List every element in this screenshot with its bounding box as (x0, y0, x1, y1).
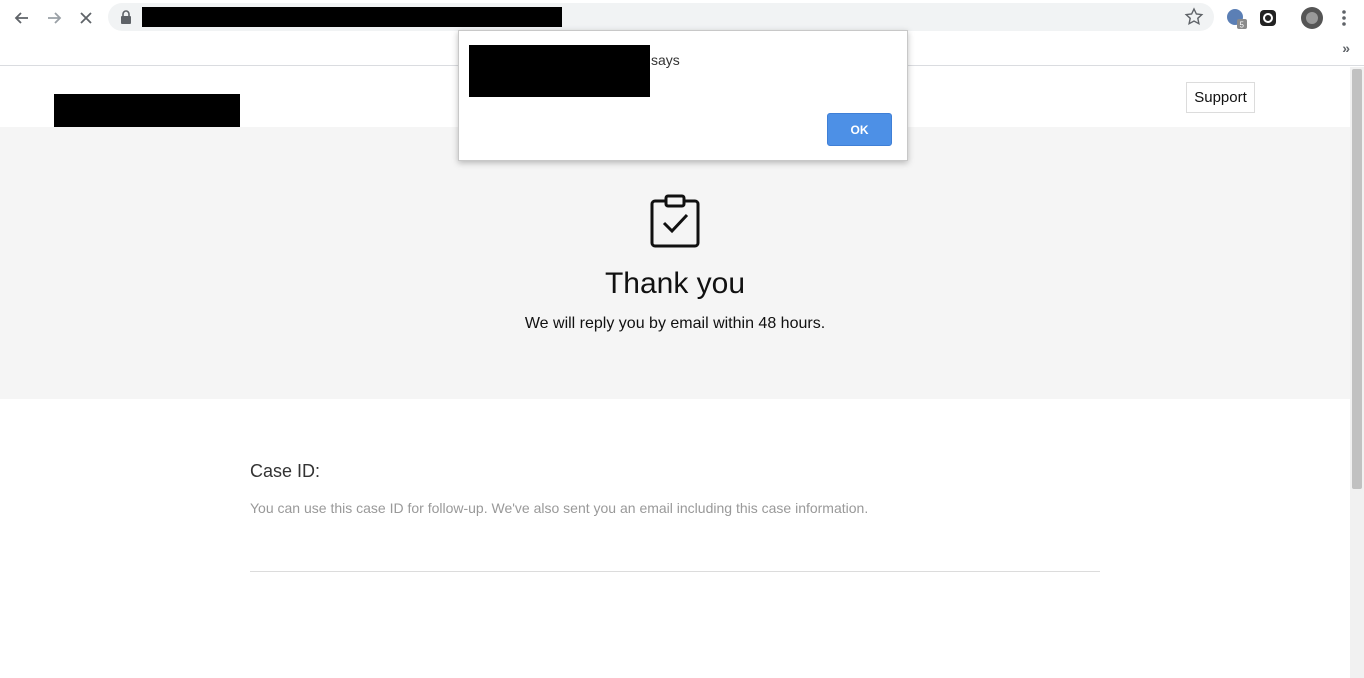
support-button[interactable]: Support (1186, 82, 1255, 113)
extension-icon[interactable]: 5 (1224, 6, 1248, 30)
alert-dialog: says OK (458, 30, 908, 161)
lock-icon (121, 10, 131, 24)
stop-loading-icon[interactable] (74, 6, 98, 30)
dialog-says-text: says (651, 52, 680, 68)
clipboard-check-icon (650, 194, 700, 248)
reply-message: We will reply you by email within 48 hou… (524, 315, 826, 332)
profile-avatar[interactable] (1300, 6, 1324, 30)
case-id-label: Case ID: (250, 461, 321, 481)
thank-you-banner: Thank you We will reply you by email wit… (0, 127, 1350, 399)
thank-you-heading: Thank you (604, 267, 746, 300)
menu-icon[interactable] (1332, 6, 1356, 30)
forward-icon[interactable] (42, 6, 66, 30)
ok-button[interactable]: OK (827, 113, 892, 146)
url-redacted (142, 7, 562, 27)
address-bar[interactable] (108, 3, 1214, 31)
extension-icon-2[interactable] (1256, 6, 1280, 30)
svg-text:5: 5 (1240, 21, 1245, 30)
case-id-description: You can use this case ID for follow-up. … (250, 500, 869, 516)
more-bookmarks-icon[interactable]: » (1342, 40, 1350, 56)
scrollbar-thumb[interactable] (1352, 69, 1362, 489)
divider (250, 571, 1100, 572)
back-icon[interactable] (10, 6, 34, 30)
star-icon[interactable] (1184, 7, 1204, 27)
dialog-origin-redacted (469, 45, 650, 97)
site-logo-redacted (54, 94, 240, 127)
